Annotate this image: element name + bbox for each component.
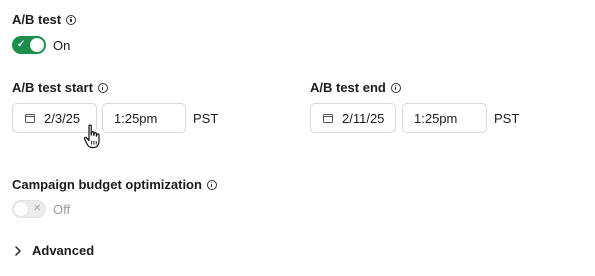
hand-pointer-cursor-icon [83,124,100,149]
advanced-expander[interactable]: Advanced [14,243,94,258]
calendar-icon [323,113,333,123]
start-time-field[interactable]: 1:25pm [102,103,186,133]
end-timezone: PST [494,111,520,126]
info-icon[interactable] [206,179,217,190]
campaign-budget-toggle-state: Off [53,201,71,217]
start-timezone: PST [193,111,219,126]
end-time-field[interactable]: 1:25pm [402,103,487,133]
ab-test-toggle[interactable]: ✓ [12,36,46,54]
toggle-knob [14,202,28,216]
ab-test-end-label: A/B test end [310,80,401,95]
info-icon[interactable] [66,14,77,25]
chevron-right-icon [15,245,21,256]
close-icon: ✕ [33,203,42,214]
info-icon[interactable] [97,82,108,93]
calendar-icon [25,113,35,123]
end-date-field[interactable]: 2/11/25 [310,103,396,133]
ab-test-toggle-state: On [53,37,71,53]
check-icon: ✓ [17,39,26,50]
ab-test-label: A/B test [12,12,77,27]
campaign-budget-toggle[interactable]: ✕ [12,200,46,218]
ab-test-start-label: A/B test start [12,80,108,95]
toggle-knob [30,38,44,52]
ab-test-toggle-row: ✓ On [12,36,70,54]
advanced-label: Advanced [32,243,95,258]
info-icon[interactable] [390,82,401,93]
campaign-budget-toggle-row: ✕ Off [12,200,70,218]
campaign-budget-label: Campaign budget optimization [12,177,217,192]
